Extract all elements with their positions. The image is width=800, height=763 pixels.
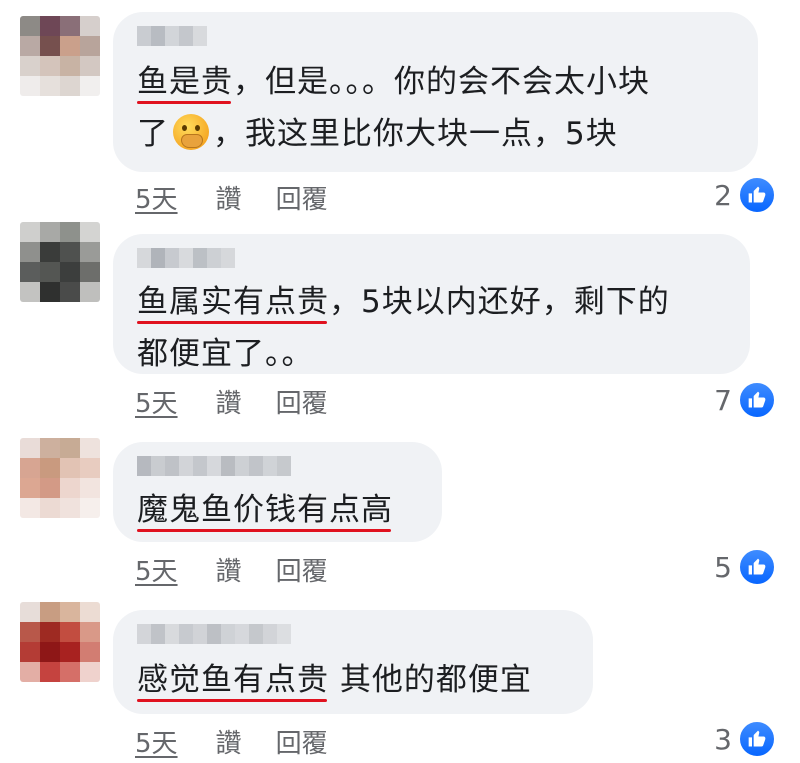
like-button[interactable]: 讚	[216, 179, 242, 216]
comment-bubble: 感觉鱼有点贵 其他的都便宜	[113, 610, 593, 714]
comment-text: 感觉鱼有点贵 其他的都便宜	[137, 662, 532, 698]
reaction-count: 2	[714, 178, 732, 212]
avatar[interactable]	[20, 222, 100, 302]
author-name-blurred[interactable]	[137, 248, 235, 268]
comment-text: 鱼是贵，但是。。。你的会不会太小块 了，我这里比你大块一点，5块	[137, 64, 650, 152]
timestamp-link[interactable]: 5天	[135, 383, 178, 420]
avatar[interactable]	[20, 438, 100, 518]
comment-bubble: 鱼是贵，但是。。。你的会不会太小块 了，我这里比你大块一点，5块	[113, 12, 758, 172]
reaction-count: 5	[714, 550, 732, 584]
like-button[interactable]: 讚	[216, 551, 242, 588]
reply-button[interactable]: 回覆	[276, 383, 328, 420]
reply-button[interactable]: 回覆	[276, 723, 328, 760]
underlined-text: 感觉鱼有点贵	[137, 662, 329, 698]
reaction-summary[interactable]: 5	[714, 548, 776, 586]
comment-actions: 5天 讚 回覆	[135, 551, 328, 588]
author-name-blurred[interactable]	[137, 624, 291, 644]
comment-actions: 5天 讚 回覆	[135, 723, 328, 760]
shushing-face-emoji	[173, 114, 209, 150]
author-name-blurred[interactable]	[137, 456, 291, 476]
like-button[interactable]: 讚	[216, 383, 242, 420]
comment-bubble: 鱼属实有点贵，5块以内还好，剩下的 都便宜了。。	[113, 234, 750, 374]
thumbs-up-icon	[738, 176, 776, 214]
comment-actions: 5天 讚 回覆	[135, 179, 328, 216]
timestamp-link[interactable]: 5天	[135, 179, 178, 216]
comment-actions: 5天 讚 回覆	[135, 383, 328, 420]
comment-bubble: 魔鬼鱼价钱有点高	[113, 442, 442, 542]
reaction-count: 7	[714, 383, 732, 417]
reaction-count: 3	[714, 722, 732, 756]
reaction-summary[interactable]: 7	[714, 381, 776, 419]
like-button[interactable]: 讚	[216, 723, 242, 760]
comment-text: 魔鬼鱼价钱有点高	[137, 484, 393, 536]
comment-text: 鱼属实有点贵，5块以内还好，剩下的 都便宜了。。	[137, 284, 670, 372]
avatar[interactable]	[20, 16, 100, 96]
timestamp-link[interactable]: 5天	[135, 551, 178, 588]
thumbs-up-icon	[738, 381, 776, 419]
reply-button[interactable]: 回覆	[276, 179, 328, 216]
reply-button[interactable]: 回覆	[276, 551, 328, 588]
timestamp-link[interactable]: 5天	[135, 723, 178, 760]
underlined-text: 鱼是贵	[137, 64, 233, 100]
underlined-text: 魔鬼鱼价钱有点高	[137, 492, 393, 528]
author-name-blurred[interactable]	[137, 26, 207, 46]
reaction-summary[interactable]: 2	[714, 176, 776, 214]
avatar[interactable]	[20, 602, 100, 682]
thumbs-up-icon	[738, 720, 776, 758]
thumbs-up-icon	[738, 548, 776, 586]
underlined-text: 鱼属实有点贵	[137, 284, 329, 320]
reaction-summary[interactable]: 3	[714, 720, 776, 758]
